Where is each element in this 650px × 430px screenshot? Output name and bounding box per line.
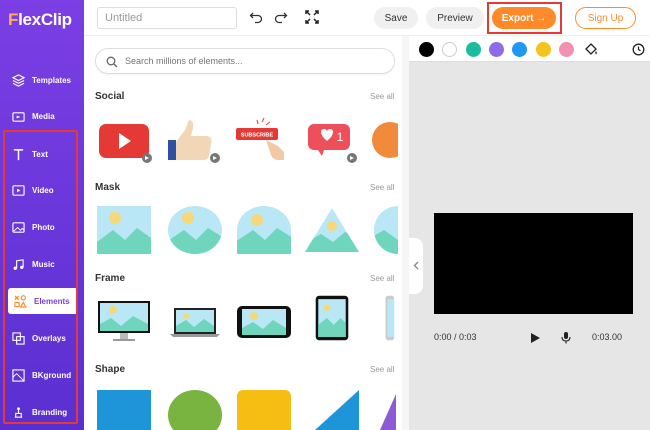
phone-portrait-frame-element[interactable]: [382, 294, 396, 342]
chevron-left-icon: [413, 257, 419, 275]
section-title-frame: Frame: [95, 273, 126, 284]
color-swatch-pink[interactable]: [559, 42, 574, 57]
search-icon: [106, 55, 118, 68]
clock-icon[interactable]: [632, 43, 645, 61]
oval-mask-element[interactable]: [166, 206, 224, 254]
media-folder-icon: [11, 109, 25, 123]
see-all-shape-link[interactable]: See all: [370, 365, 394, 374]
arch-mask-element[interactable]: [235, 206, 293, 254]
youtube-element[interactable]: [95, 116, 153, 164]
sidebar: FlexClip Templates Media Text Video Phot…: [0, 0, 84, 430]
like-count: 1: [337, 130, 344, 144]
redo-icon[interactable]: [274, 10, 288, 24]
monitor-frame-element[interactable]: [95, 298, 153, 346]
microphone-icon[interactable]: [560, 331, 572, 349]
top-bar: Untitled Save Preview Export → Sign Up: [84, 0, 650, 36]
current-time: 0:00 / 0:03: [434, 332, 477, 342]
paint-bucket-icon[interactable]: [584, 42, 598, 61]
tablet-frame-element[interactable]: [303, 294, 361, 342]
sidebar-item-media[interactable]: Media: [6, 103, 78, 129]
square-shape-element[interactable]: [95, 388, 153, 430]
editor-canvas-area: 0:00 / 0:03 0:03.00: [409, 36, 650, 430]
elements-panel: Social See all SUBSCRIBE 1 Mask See all: [84, 36, 409, 430]
play-icon[interactable]: [529, 331, 541, 349]
fullscreen-icon[interactable]: [305, 10, 319, 24]
sidebar-item-label: Templates: [32, 75, 71, 85]
triangle-mask-element[interactable]: [303, 206, 361, 254]
search-bar[interactable]: [95, 48, 395, 74]
like-notification-element[interactable]: 1: [300, 116, 358, 164]
rectangle-mask-element[interactable]: [95, 206, 153, 254]
color-swatch-white[interactable]: [442, 42, 457, 57]
section-title-mask: Mask: [95, 182, 121, 193]
orange-circle-element[interactable]: [368, 116, 398, 164]
section-title-social: Social: [95, 91, 125, 102]
color-swatch-black[interactable]: [419, 42, 434, 57]
subscribe-label: SUBSCRIBE: [241, 133, 274, 139]
panel-scrollbar[interactable]: [402, 36, 409, 430]
circle-mask-element[interactable]: [370, 206, 398, 254]
export-highlight-box: [487, 2, 562, 34]
circle-shape-element[interactable]: [166, 388, 224, 430]
undo-icon[interactable]: [249, 10, 263, 24]
see-all-frame-link[interactable]: See all: [370, 274, 394, 283]
color-swatch-teal[interactable]: [466, 42, 481, 57]
laptop-frame-element[interactable]: [166, 298, 224, 346]
video-preview[interactable]: [434, 213, 633, 314]
see-all-mask-link[interactable]: See all: [370, 183, 394, 192]
save-button[interactable]: Save: [374, 7, 418, 29]
phone-landscape-frame-element[interactable]: [235, 298, 293, 346]
flexclip-logo[interactable]: FlexClip: [8, 10, 72, 30]
thumbs-up-element[interactable]: [163, 116, 221, 164]
rounded-square-shape-element[interactable]: [235, 388, 293, 430]
triangle-shape-element[interactable]: [303, 388, 361, 430]
purple-shape-element[interactable]: [378, 388, 396, 430]
see-all-social-link[interactable]: See all: [370, 92, 394, 101]
preview-button[interactable]: Preview: [426, 7, 484, 29]
sidebar-item-templates[interactable]: Templates: [6, 67, 78, 93]
search-input[interactable]: [125, 56, 365, 66]
color-swatch-yellow[interactable]: [536, 42, 551, 57]
sidebar-highlight-box: [3, 130, 78, 424]
layers-icon: [11, 73, 25, 87]
collapse-panel-handle[interactable]: [409, 238, 423, 294]
subscribe-element[interactable]: SUBSCRIBE: [232, 116, 290, 164]
section-title-shape: Shape: [95, 364, 126, 375]
color-swatch-purple[interactable]: [489, 42, 504, 57]
color-swatch-blue[interactable]: [512, 42, 527, 57]
sidebar-item-label: Media: [32, 111, 55, 121]
total-duration: 0:03.00: [592, 332, 623, 342]
sign-up-button[interactable]: Sign Up: [575, 7, 636, 29]
color-toolbar: [409, 36, 650, 62]
project-title-input[interactable]: Untitled: [97, 7, 237, 29]
